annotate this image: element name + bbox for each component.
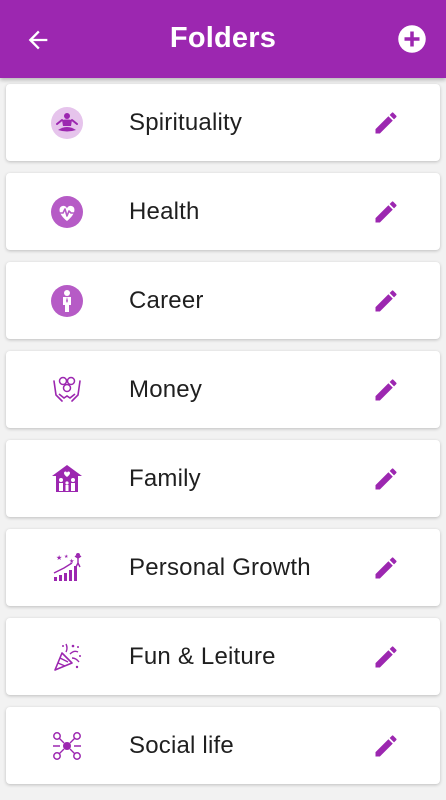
app-bar: Folders [0, 0, 446, 78]
pencil-icon [375, 112, 397, 134]
hands-coins-icon [50, 373, 84, 407]
folder-label: Career [129, 287, 204, 314]
folder-label: Social life [129, 732, 234, 759]
folder-label: Spirituality [129, 109, 243, 136]
page-title: Folders [169, 22, 277, 54]
edit-button[interactable] [370, 641, 402, 673]
folder-item-career[interactable]: Career [6, 262, 440, 339]
add-folder-button[interactable] [396, 23, 428, 55]
pencil-icon [375, 557, 397, 579]
social-network-icon [50, 729, 84, 763]
party-popper-icon [50, 640, 84, 674]
folder-label: Money [129, 376, 203, 403]
folder-item-personal-growth[interactable]: ★ ★ ★ Personal Growth [6, 529, 440, 606]
businessperson-icon [50, 284, 84, 318]
edit-button[interactable] [370, 285, 402, 317]
pencil-icon [375, 379, 397, 401]
edit-button[interactable] [370, 196, 402, 228]
edit-button[interactable] [370, 374, 402, 406]
growth-chart-icon: ★ ★ ★ [50, 551, 84, 585]
folder-item-fun-leiture[interactable]: Fun & Leiture [6, 618, 440, 695]
pencil-icon [375, 735, 397, 757]
edit-button[interactable] [370, 552, 402, 584]
svg-text:★: ★ [69, 558, 74, 565]
folder-label: Family [129, 465, 201, 492]
folder-item-family[interactable]: Family [6, 440, 440, 517]
pencil-icon [375, 646, 397, 668]
family-house-icon [50, 462, 84, 496]
folder-item-money[interactable]: Money [6, 351, 440, 428]
folder-label: Health [129, 198, 200, 225]
folder-item-spirituality[interactable]: Spirituality [6, 84, 440, 161]
pencil-icon [375, 290, 397, 312]
meditation-icon [50, 106, 84, 140]
folder-label: Personal Growth [129, 554, 311, 581]
svg-text:★: ★ [56, 554, 62, 562]
folder-item-social-life[interactable]: Social life [6, 707, 440, 784]
pencil-icon [375, 468, 397, 490]
edit-button[interactable] [370, 730, 402, 762]
plus-circle-icon [398, 25, 426, 53]
heart-pulse-icon [50, 195, 84, 229]
edit-button[interactable] [370, 463, 402, 495]
pencil-icon [375, 201, 397, 223]
folder-label: Fun & Leiture [129, 643, 276, 670]
edit-button[interactable] [370, 107, 402, 139]
folder-list: Spirituality Health Career Money Family … [0, 84, 446, 796]
folder-item-health[interactable]: Health [6, 173, 440, 250]
